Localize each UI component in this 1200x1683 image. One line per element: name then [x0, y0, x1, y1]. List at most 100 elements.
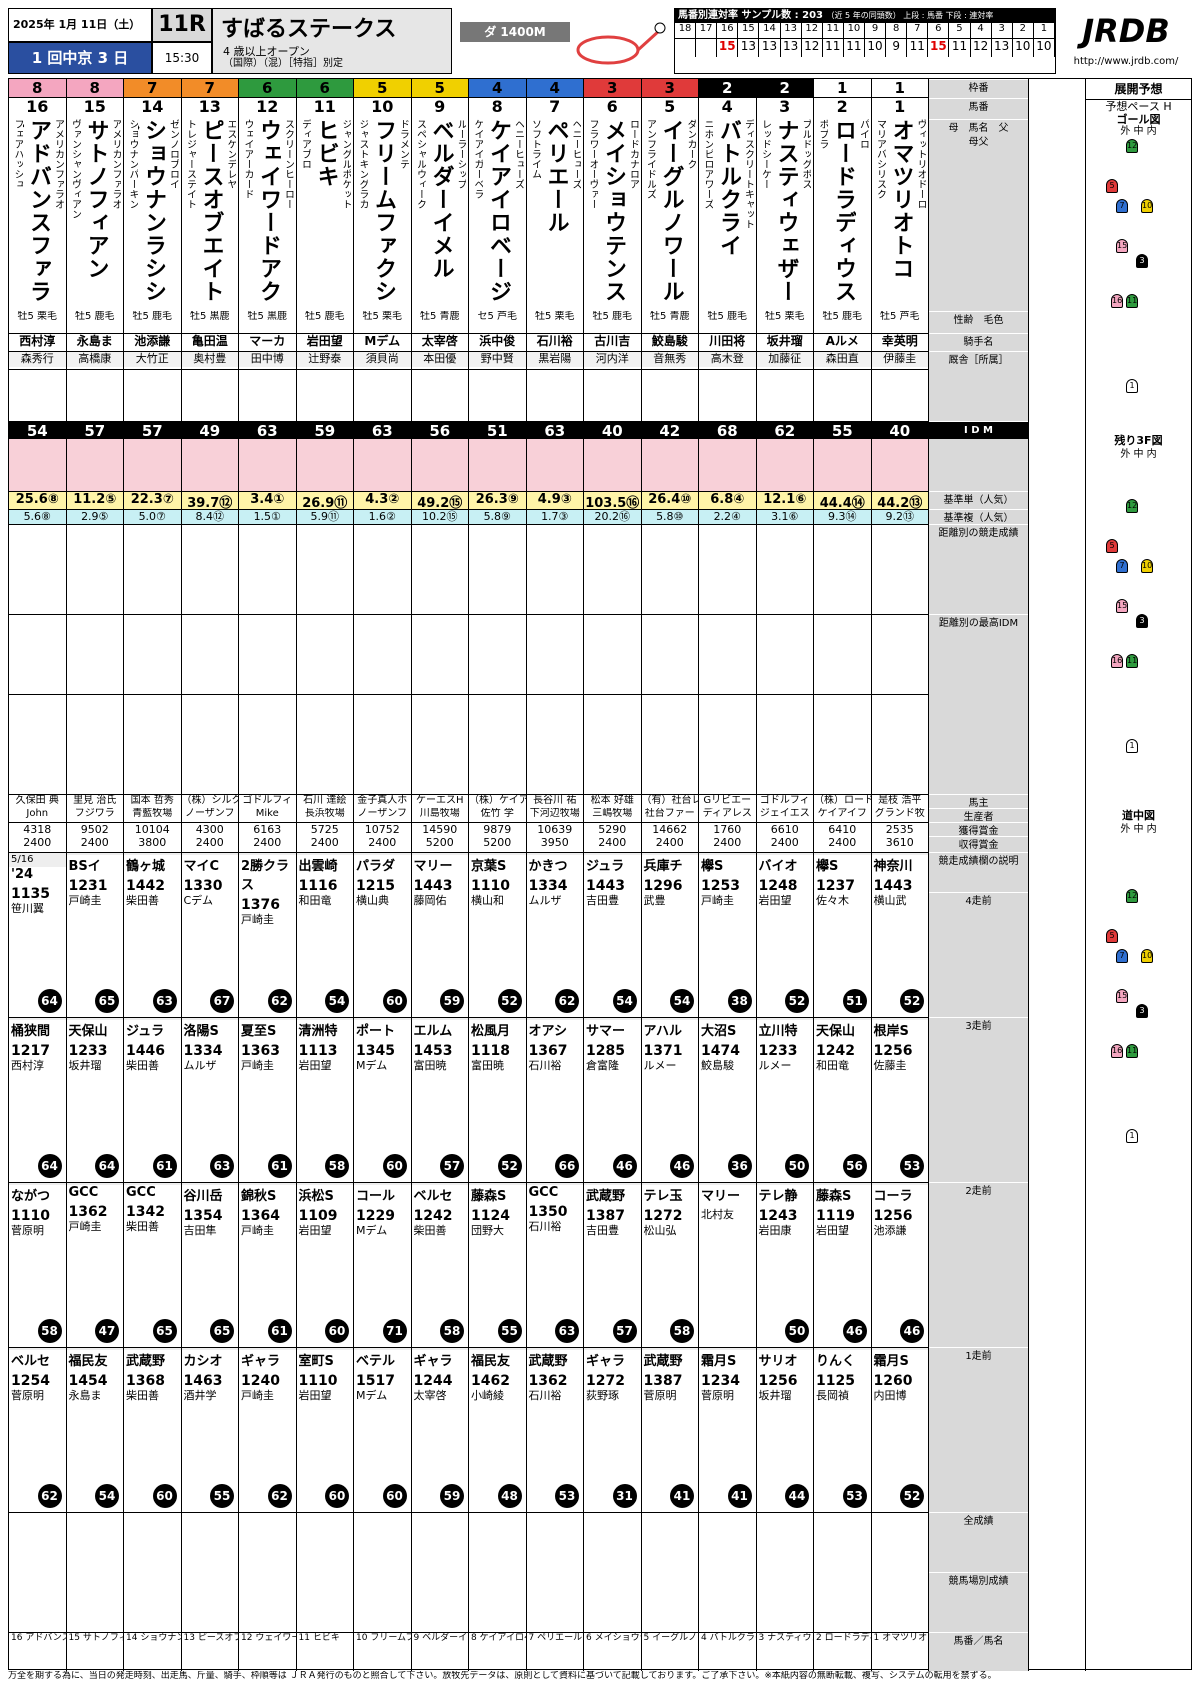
- course-stats: [296, 694, 353, 794]
- race-date: 2025年 1月 11日（土）: [13, 18, 141, 31]
- owner-name: 国本 哲秀: [124, 794, 181, 808]
- horse-column: 6 11 ジャングルポケット ヒビキ ディアブロ 牡5 鹿毛 岩田望 辻野泰 59 26.9⑪ 5.…: [296, 79, 354, 1671]
- past-race-time: 1125: [816, 1373, 855, 1389]
- footer-horse-name: 5 イーグルノワール: [641, 1632, 698, 1671]
- owner-name: 是枝 浩平: [871, 794, 928, 808]
- jockey-name: 幸英明: [871, 333, 928, 349]
- past-race-time: 1244: [413, 1373, 453, 1389]
- goal-title: ゴール図: [1116, 113, 1161, 126]
- label-past: 競走成績欄の説明: [929, 852, 1028, 892]
- post-stats-title: 馬番別連対率 サンプル数 : 203 （近 5 年の同頭数） 上段 : 馬番 下…: [675, 9, 1055, 23]
- past-race-idm-badge: 63: [210, 1154, 234, 1178]
- past-race-idm-badge: 59: [440, 1484, 464, 1508]
- idm-value: 40: [871, 421, 928, 439]
- pace-title: 展開予想: [1086, 79, 1191, 100]
- horse-column: 1 1 ヴィットリオドーロ オマツリオトコ マリアバシリスク 牡5 芦毛 幸英明 伊藤圭 40 4…: [871, 79, 929, 1671]
- post-stat-number: 10: [844, 23, 865, 38]
- jockey-name: 永島ま: [66, 333, 123, 349]
- past-race-3: ベルセ 1242 柴田善 58: [411, 1182, 468, 1347]
- past-race-idm: 44: [785, 1484, 809, 1508]
- past-race-time: 1442: [126, 878, 165, 894]
- post-stat-number: 15: [738, 23, 760, 38]
- past-race-idm-badge: 66: [555, 1154, 579, 1178]
- prize-collected: 2400: [368, 836, 397, 849]
- horse-name: ロードラディウス: [831, 119, 856, 303]
- past-race-idm: 63: [152, 989, 177, 1013]
- past-race-idm-badge: 36: [727, 1154, 752, 1178]
- post-stat-number: 17: [696, 23, 718, 38]
- prize-collected: 2400: [655, 836, 684, 849]
- past-race-name: 出雲崎: [298, 859, 338, 874]
- past-race-2: 洛陽S 1334 ムルザ 63: [181, 1017, 238, 1182]
- idm-value: 63: [354, 421, 411, 439]
- owner-name: 金子真人ホ: [354, 794, 411, 808]
- past-race-idm: 51: [842, 989, 867, 1013]
- footer-horse-name: 9 ベルダーイメル: [411, 1632, 468, 1671]
- pace-horse-marker: 12: [1126, 499, 1138, 513]
- post-stat-value: 13: [759, 39, 781, 57]
- post-stat-number: 1: [1034, 23, 1055, 38]
- post-stat-number: 16: [717, 23, 739, 38]
- past-race-time: 1109: [298, 1208, 338, 1224]
- prediction-marks: [9, 439, 66, 491]
- stable-info: [526, 369, 583, 383]
- past-race-jockey: 永島ま: [68, 1389, 102, 1402]
- prize-collected: 2400: [310, 836, 339, 849]
- odds-win: 12.1⑥: [756, 491, 813, 509]
- idm-value: 42: [641, 421, 698, 439]
- past-race-name: 立川特: [758, 1024, 798, 1039]
- horse-name: ベルダーイメル: [428, 119, 454, 280]
- breeder-name: 社台ファー: [644, 808, 695, 819]
- prediction-marks: [756, 439, 813, 491]
- post-stat-value: 10: [1034, 39, 1055, 57]
- past-race-idm: 55: [497, 1319, 522, 1343]
- past-race-time: 1334: [528, 878, 568, 894]
- past-race-name: 清洲特: [298, 1024, 338, 1039]
- pace-panel: 展開予想 予想ペース H ゴール図外 中 内残り3F図外 中 内道中図外 中 内 12…: [1085, 79, 1191, 1671]
- odds-place: 1.5①: [239, 509, 296, 524]
- past-race-time: 1256: [873, 1043, 913, 1059]
- past-race-name: 霜月S: [873, 1354, 909, 1369]
- past-race-time: 1110: [298, 1373, 338, 1389]
- pace-horse-marker: 16: [1111, 654, 1123, 668]
- past-race-name: カシオ: [183, 1354, 223, 1369]
- past-race-name: 武蔵野: [586, 1189, 626, 1204]
- prediction-marks: [239, 439, 296, 491]
- prize-earned: 9879: [469, 822, 526, 836]
- past-race-jockey: 戸崎圭: [241, 913, 274, 926]
- past-race-idm: 64: [37, 1154, 62, 1178]
- post-stat-number: 3: [992, 23, 1013, 38]
- distance-record: [756, 524, 813, 614]
- past-race-idm-badge: 64: [95, 1154, 119, 1178]
- sire-name: ドラメンテ: [397, 119, 409, 169]
- sex-age-color: 牡5 鹿毛: [132, 311, 173, 322]
- past-race-idm: 54: [670, 989, 694, 1013]
- past-race-idm: 52: [900, 1484, 924, 1508]
- past-race-idm: 61: [152, 1154, 177, 1178]
- past-race-name: サマー: [586, 1024, 626, 1039]
- breeder-name: フジワラ: [74, 808, 115, 819]
- past-race-idm-badge: 62: [37, 1484, 62, 1508]
- course-stats: [756, 694, 813, 794]
- distance-record: [699, 524, 756, 614]
- past-race-name: 浜松S: [298, 1189, 334, 1204]
- past-race-jockey: 横山武: [873, 894, 907, 907]
- past-race-time: 1443: [413, 878, 453, 894]
- past-race-time: 1362: [528, 1373, 568, 1389]
- total-record: [469, 1512, 526, 1632]
- footer-horse-name: 6 メイショウテンスイ: [584, 1632, 641, 1671]
- past-race-idm: 65: [95, 989, 119, 1013]
- past-race-name: 夏至S: [241, 1024, 277, 1039]
- past-race-name: ギャラ: [586, 1354, 626, 1369]
- sire-name: アメリカンファラオ: [110, 119, 121, 209]
- past-race-idm: 52: [785, 989, 809, 1013]
- past-race-time: 1237: [816, 878, 855, 894]
- past-race-idm-badge: 52: [900, 989, 924, 1013]
- label-jockey: 騎手名: [929, 333, 1028, 351]
- stable-info: [641, 369, 698, 383]
- past-race-name: ながつ: [11, 1189, 51, 1204]
- mid-lanes: 外 中 内: [1120, 824, 1157, 835]
- prize-earned: 1760: [699, 822, 756, 836]
- prize-earned: 10752: [354, 822, 411, 836]
- past-race-name: 天保山: [816, 1024, 856, 1039]
